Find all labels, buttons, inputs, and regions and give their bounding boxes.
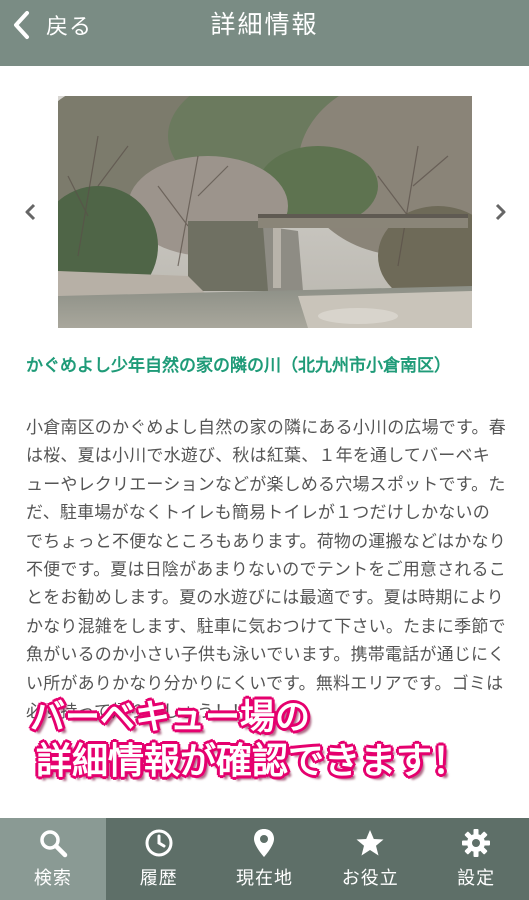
spot-photo (58, 96, 472, 328)
next-photo-button[interactable] (491, 200, 511, 224)
tab-settings-label: 設定 (457, 868, 496, 889)
promo-banner-line2: 詳細情報が確認できます！ (36, 741, 469, 782)
tab-useful-info[interactable]: お役立 (317, 818, 423, 900)
location-pin-icon (254, 829, 275, 857)
tab-useful-info-label: お役立 (341, 868, 399, 889)
gear-icon (462, 829, 491, 857)
tab-current-location[interactable]: 現在地 (212, 818, 318, 900)
spot-title: かぐめよし少年自然の家の隣の川（北九州市小倉南区） (26, 356, 451, 376)
tab-history-label: 履歴 (139, 868, 178, 889)
tab-search-label: 検索 (33, 868, 72, 889)
tab-search[interactable]: 検索 (0, 818, 106, 900)
tab-current-location-label: 現在地 (235, 868, 293, 889)
previous-photo-button[interactable] (20, 200, 40, 224)
tab-history[interactable]: 履歴 (106, 818, 212, 900)
search-icon (40, 830, 68, 858)
tab-settings[interactable]: 設定 (423, 818, 529, 900)
page-title: 詳細情報 (210, 10, 319, 39)
chevron-right-icon (495, 203, 506, 221)
star-icon (356, 830, 384, 856)
header-bar: 戻る 詳細情報 (0, 0, 529, 66)
promo-banner-line1: バーベキュー場の (30, 698, 311, 738)
clock-icon (145, 829, 173, 857)
bottom-tab-bar: 検索 履歴 現在地 お役立 設定 (0, 818, 529, 900)
promo-banner: バーベキュー場の 詳細情報が確認できます！ (30, 696, 510, 784)
chevron-left-icon (25, 203, 36, 221)
